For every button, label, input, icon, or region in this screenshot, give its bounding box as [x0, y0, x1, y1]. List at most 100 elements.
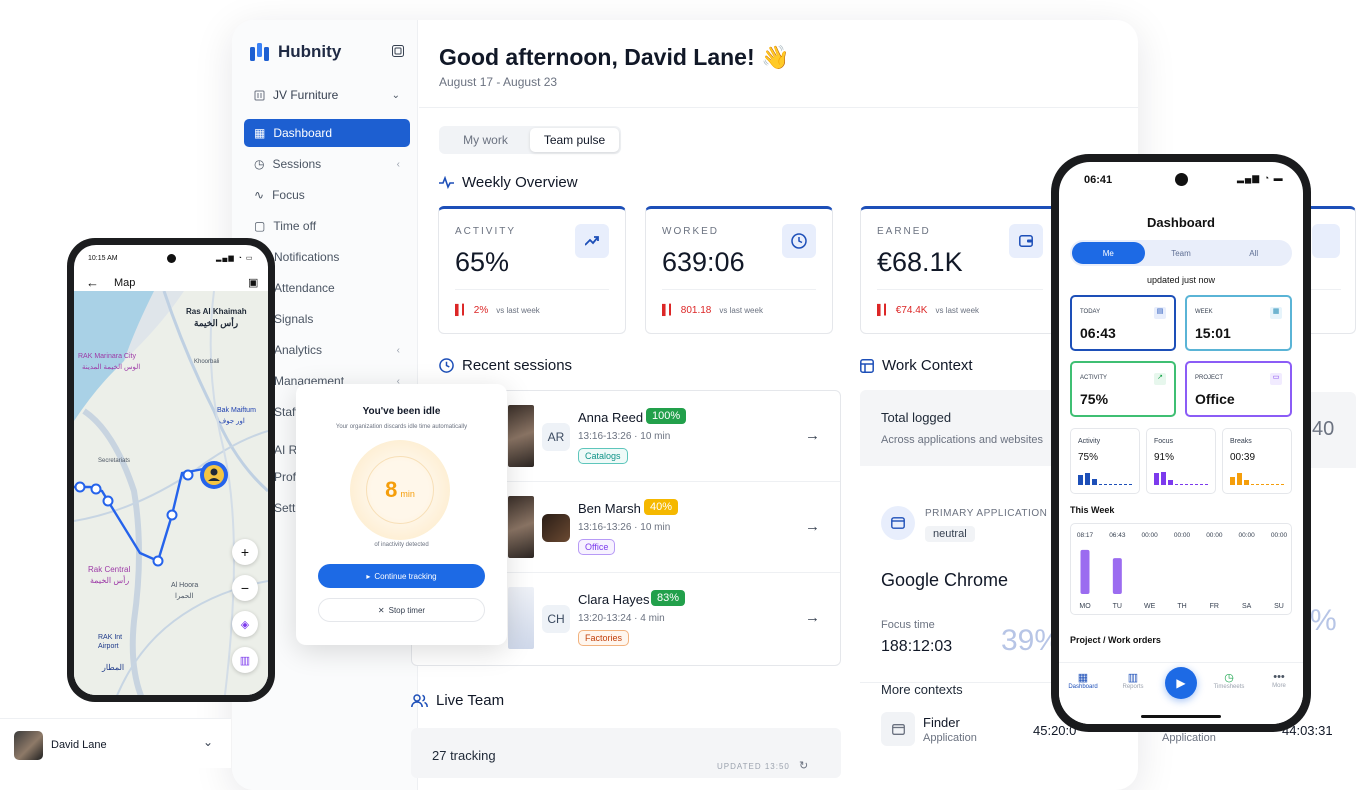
- card-value: Office: [1195, 391, 1235, 407]
- tab-my-work[interactable]: My work: [441, 128, 530, 152]
- map-view[interactable]: Ras Al Khaimah رأس الخيمة RAK Marinara C…: [74, 291, 268, 695]
- idle-dialog: You've been idle Your organization disca…: [296, 384, 507, 645]
- recent-sessions-heading: Recent sessions: [439, 357, 572, 374]
- card-label: WEEK: [1195, 309, 1213, 315]
- mini-value: 00:39: [1230, 452, 1256, 463]
- zoom-out-button[interactable]: −: [232, 575, 258, 601]
- divider: [1310, 289, 1341, 290]
- context-app-type: Application: [923, 732, 977, 744]
- button-label: Continue tracking: [374, 571, 437, 581]
- mini-focus: Focus 91%: [1146, 428, 1216, 494]
- chevron-down-icon: ⌄: [203, 735, 214, 749]
- sidebar-item-dashboard[interactable]: ▦ Dashboard: [244, 119, 410, 147]
- nav-label: More: [1272, 683, 1286, 689]
- nav-reports[interactable]: ▥ Reports: [1117, 671, 1149, 690]
- nav-timesheets[interactable]: ◷ Timesheets: [1207, 671, 1251, 690]
- chart-icon: [1312, 224, 1340, 258]
- building-icon: [254, 90, 265, 100]
- mini-value: 91%: [1154, 452, 1175, 463]
- sidebar-item-time-off[interactable]: ▢ Time off: [244, 212, 410, 240]
- today-card[interactable]: TODAY 06:43 ▤: [1070, 295, 1176, 351]
- activity-badge: 100%: [646, 408, 687, 424]
- section-title: Recent sessions: [462, 357, 573, 374]
- pulse-icon: ∿: [254, 188, 265, 202]
- sidebar-item-sessions[interactable]: ◷ Sessions ‹: [244, 150, 410, 178]
- collapse-sidebar-icon[interactable]: [392, 45, 404, 57]
- nav-dashboard[interactable]: ▦ Dashboard: [1067, 671, 1099, 690]
- bar-down-icon: ▌▎: [455, 305, 470, 316]
- workspace-selector[interactable]: JV Furniture ⌄: [244, 78, 410, 112]
- stat-value: €68.1K: [877, 247, 963, 277]
- layers-icon[interactable]: ▥: [232, 647, 258, 673]
- more-icon: •••: [1273, 671, 1285, 683]
- card-label: TODAY: [1080, 309, 1101, 315]
- mini-bars: [1230, 473, 1286, 485]
- dialog-subtitle: Your organization discards idle time aut…: [335, 424, 468, 430]
- bar-value-label: 00:00: [1142, 532, 1159, 539]
- arrow-right-icon[interactable]: →: [805, 609, 820, 626]
- back-arrow-icon[interactable]: ←: [86, 275, 99, 290]
- user-menu[interactable]: David Lane ⌄: [0, 718, 231, 768]
- idle-detected-text: of inactivity detected: [374, 542, 429, 548]
- sidebar-item-label: Profi: [274, 470, 299, 484]
- sidebar-item-label: Analytics: [274, 343, 323, 357]
- bar-down-icon: ▌▎: [662, 305, 677, 316]
- map-label: الحمرا: [175, 593, 194, 600]
- stat-card-activity[interactable]: ACTIVITY 65% ▌▎ 2% vs last week: [438, 206, 626, 334]
- calendar-icon: ▢: [254, 219, 266, 233]
- sidebar-item-label: Staff: [274, 405, 299, 419]
- stop-timer-button[interactable]: ✕ Stop timer: [318, 598, 485, 622]
- screenshot-thumbnail[interactable]: [508, 405, 534, 467]
- activity-card[interactable]: ACTIVITY 75% ↗: [1070, 361, 1176, 417]
- project-tag: Catalogs: [578, 448, 628, 464]
- week-card[interactable]: WEEK 15:01 ▦: [1185, 295, 1292, 351]
- card-value: 75%: [1080, 391, 1109, 407]
- change-value: 801.18: [680, 305, 712, 316]
- bar-value-label: 00:00: [1239, 532, 1256, 539]
- bar-value-label: 00:00: [1174, 532, 1191, 539]
- change-vs: vs last week: [496, 306, 540, 315]
- date-range: August 17 - August 23: [439, 75, 558, 89]
- stat-card-worked[interactable]: WORKED 639:06 ▌▎ 801.18 vs last week: [645, 206, 833, 334]
- project-card[interactable]: PROJECT Office ▭: [1185, 361, 1292, 417]
- close-icon: ✕: [377, 605, 385, 615]
- tab-team-pulse[interactable]: Team pulse: [530, 128, 619, 152]
- segment-me[interactable]: Me: [1072, 242, 1145, 264]
- play-button[interactable]: ▶: [1165, 667, 1197, 699]
- stat-card-earned[interactable]: EARNED €68.1K ▌▎ €74.4K vs last week: [860, 206, 1060, 334]
- main-content: Good afternoon, David Lane! 👋 August 17 …: [411, 20, 1138, 790]
- camera-notch: [167, 254, 176, 263]
- arrow-right-icon[interactable]: →: [805, 427, 820, 444]
- zoom-in-button[interactable]: +: [232, 539, 258, 565]
- nav-more[interactable]: ••• More: [1263, 671, 1295, 689]
- reports-icon: ▥: [1127, 672, 1139, 684]
- updated-label: UPDATED 13:50: [717, 762, 790, 771]
- locate-icon[interactable]: ◈: [232, 611, 258, 637]
- arrow-right-icon[interactable]: →: [805, 518, 820, 535]
- category-badge: neutral: [925, 526, 975, 542]
- refresh-icon[interactable]: ↻: [799, 759, 808, 772]
- nav-label: Reports: [1122, 684, 1144, 690]
- camera-notch: [1175, 173, 1188, 186]
- segment-team[interactable]: Team: [1145, 242, 1218, 264]
- screenshot-thumbnail[interactable]: [508, 587, 534, 649]
- screenshot-thumbnail[interactable]: [508, 496, 534, 558]
- continue-tracking-button[interactable]: ▸ Continue tracking: [318, 564, 485, 588]
- x-tick-label: TU: [1113, 603, 1122, 610]
- mini-bars: [1078, 473, 1134, 485]
- context-app-type: Application: [1162, 732, 1216, 744]
- idle-timer: 8 min: [350, 440, 450, 540]
- layout-icon: [860, 358, 874, 373]
- total-logged-card-partial: 40: [1310, 392, 1356, 468]
- live-team-heading: Live Team: [411, 692, 504, 709]
- focus-time-value: 188:12:03: [881, 638, 953, 655]
- week-chart: 08:17 MO 06:43 TU 00:00 WE 00:00 TH 00:00 FR 00:00…: [1070, 523, 1292, 615]
- bar: [1112, 558, 1122, 594]
- bar-down-icon: ▌▎: [877, 305, 892, 316]
- sidebar-item-focus[interactable]: ∿ Focus: [244, 181, 410, 209]
- mini-label: Breaks: [1230, 438, 1252, 445]
- calendar-icon[interactable]: ▣: [248, 276, 258, 289]
- map-label: الوس الخيمة المدينة: [82, 364, 141, 371]
- segment-all[interactable]: All: [1217, 242, 1290, 264]
- stat-change: ▌▎ €74.4K vs last week: [877, 305, 979, 316]
